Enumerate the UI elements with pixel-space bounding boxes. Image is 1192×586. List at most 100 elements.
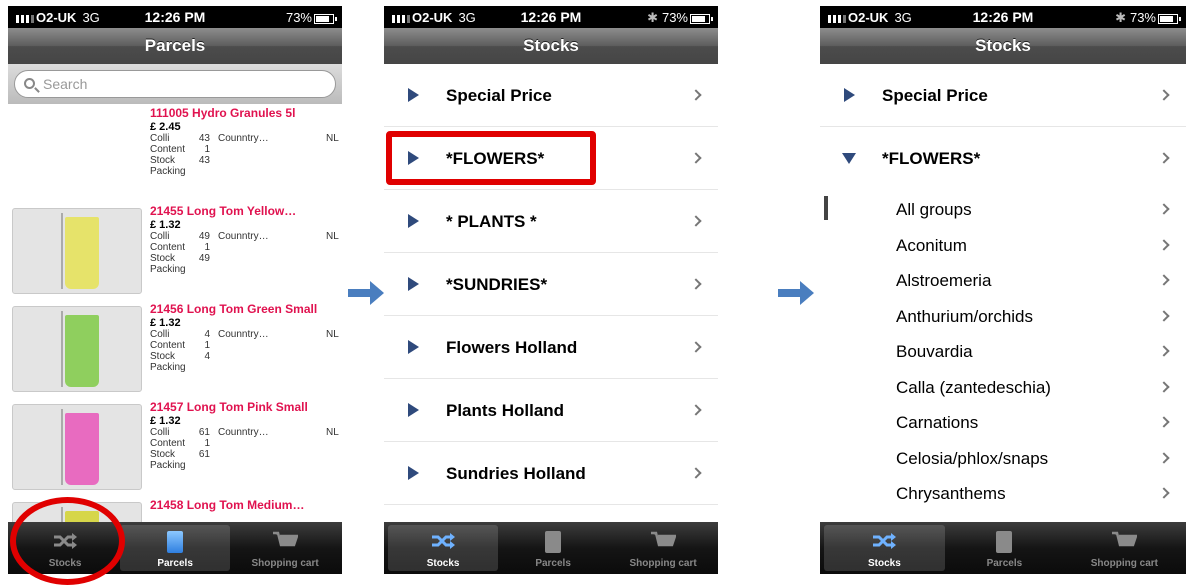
content-value: 1	[204, 144, 210, 155]
category-label: * PLANTS *	[446, 212, 537, 231]
category-label: Flowers Holland	[446, 338, 578, 357]
packing-label: Packing	[150, 264, 186, 275]
stock-value: 49	[198, 253, 210, 264]
subcategory-row[interactable]: Delphinium	[820, 512, 1186, 523]
parcel-price: £ 1.32	[150, 415, 181, 427]
stock-category-row[interactable]: *FLOWERS*	[820, 127, 1186, 190]
chevron-right-icon	[690, 341, 702, 353]
collapse-triangle-icon[interactable]	[842, 153, 856, 164]
bluetooth-icon: ✱	[647, 10, 658, 25]
tab-stocks[interactable]: Stocks	[824, 525, 945, 571]
content-label: Content	[150, 438, 186, 449]
product-image	[12, 404, 142, 490]
stock-category-row[interactable]: *SUNDRIES*	[384, 253, 718, 316]
stock-category-row[interactable]: Flowers Holland	[384, 316, 718, 379]
content-label: Content	[150, 144, 186, 155]
chevron-right-icon	[690, 467, 702, 479]
subcategory-row[interactable]: Aconitum	[820, 228, 1186, 263]
chevron-right-icon	[1158, 89, 1170, 101]
tab-shopping-cart[interactable]: Shopping cart	[608, 525, 718, 571]
stock-category-row[interactable]: Special Price	[820, 64, 1186, 127]
subcategory-row[interactable]: Bouvardia	[820, 334, 1186, 369]
expand-triangle-icon[interactable]	[408, 403, 419, 417]
tab-label: Stocks	[426, 558, 460, 569]
subcategory-row[interactable]: All groups	[820, 192, 1186, 227]
tab-label: Shopping cart	[1090, 558, 1158, 569]
country-label: Counntry…	[218, 133, 269, 144]
packing-label: Packing	[150, 460, 186, 471]
ruler-mark	[61, 311, 63, 387]
chevron-right-icon	[1158, 487, 1170, 499]
battery-percent: 73%	[661, 10, 688, 25]
parcel-title: 21457 Long Tom Pink Small	[150, 400, 308, 414]
subcategory-row[interactable]: Chrysanthems	[820, 476, 1186, 511]
highlight-box	[386, 131, 596, 185]
status-bar: O2-UK 3G 12:26 PM ✱ 73%	[384, 6, 718, 28]
category-label: Special Price	[446, 86, 552, 105]
cup-shape	[65, 413, 99, 485]
chevron-right-icon	[1158, 238, 1170, 251]
cup-shape	[65, 315, 99, 387]
expand-triangle-icon[interactable]	[408, 277, 419, 291]
tab-stocks[interactable]: Stocks	[388, 525, 499, 571]
country-value: NL	[326, 329, 339, 340]
chevron-right-icon	[690, 89, 702, 101]
subcategory-label: Calla (zantedeschia)	[896, 377, 1051, 397]
tab-shopping-cart[interactable]: Shopping cart	[1064, 525, 1185, 571]
tab-parcels[interactable]: Parcels	[120, 525, 231, 571]
subcategory-row[interactable]: Calla (zantedeschia)	[820, 370, 1186, 405]
tab-parcels[interactable]: Parcels	[944, 525, 1065, 571]
expand-triangle-icon[interactable]	[408, 466, 419, 480]
stock-value: 61	[198, 449, 210, 460]
expand-triangle-icon[interactable]	[408, 88, 419, 102]
stock-category-row[interactable]: * PLANTS *	[384, 190, 718, 253]
subcategory-row[interactable]: Carnations	[820, 405, 1186, 440]
parcel-price: £ 2.45	[150, 121, 181, 133]
country-label: Counntry…	[218, 231, 269, 242]
parcel-item[interactable]: 21456 Long Tom Green Small £ 1.32 Colli 4 Co…	[8, 300, 342, 398]
chevron-right-icon	[690, 215, 702, 227]
parcel-item[interactable]: 21457 Long Tom Pink Small £ 1.32 Colli 61 Co…	[8, 398, 342, 496]
tab-shopping-cart[interactable]: Shopping cart	[230, 525, 340, 571]
document-icon	[545, 531, 562, 553]
expand-triangle-icon[interactable]	[844, 88, 855, 102]
phone-stocks: O2-UK 3G 12:26 PM ✱ 73% Stocks Special Pri…	[384, 6, 718, 574]
parcel-list: 111005 Hydro Granules 5l £ 2.45 Colli 43 Cou…	[8, 104, 342, 522]
bluetooth-icon: ✱	[1115, 10, 1126, 25]
stock-category-row[interactable]: Special Price	[384, 64, 718, 127]
tab-label: Parcels	[986, 558, 1023, 569]
stock-category-row[interactable]: Sundries Holland	[384, 442, 718, 505]
parcel-item[interactable]: 111005 Hydro Granules 5l £ 2.45 Colli 43 Cou…	[8, 104, 342, 202]
search-input[interactable]: Search	[14, 70, 336, 98]
chevron-right-icon	[1158, 451, 1170, 464]
battery-icon	[314, 13, 337, 24]
packing-label: Packing	[150, 166, 186, 177]
tab-bar: Stocks Parcels Shopping cart	[820, 522, 1186, 574]
packing-label: Packing	[150, 362, 186, 373]
subcategory-row[interactable]: Alstroemeria	[820, 263, 1186, 298]
subcategory-row[interactable]: Celosia/phlox/snaps	[820, 441, 1186, 476]
tab-parcels[interactable]: Parcels	[498, 525, 608, 571]
parcel-item[interactable]: 21455 Long Tom Yellow… £ 1.32 Colli 49 Counn…	[8, 202, 342, 300]
country-label: Counntry…	[218, 427, 269, 438]
category-label: Plants Holland	[446, 401, 565, 420]
battery-icon	[1158, 13, 1181, 24]
subcategory-label: Anthurium/orchids	[896, 306, 1034, 326]
content-value: 1	[204, 340, 210, 351]
stock-category-row[interactable]: Plants Holland	[384, 379, 718, 442]
expand-triangle-icon[interactable]	[408, 340, 419, 354]
product-image	[12, 306, 142, 392]
chevron-right-icon	[1158, 345, 1170, 357]
content-value: 1	[204, 242, 210, 253]
subcategory-row[interactable]: Anthurium/orchids	[820, 299, 1186, 334]
stock-category-list: Special Price *FLOWERS* All groups Aconitum…	[820, 64, 1186, 522]
shuffle-icon	[873, 533, 897, 549]
colli-label: Colli	[150, 231, 170, 242]
document-icon	[996, 531, 1013, 553]
subcategory-label: Aconitum	[896, 235, 967, 255]
country-value: NL	[326, 133, 339, 144]
content-label: Content	[150, 242, 186, 253]
tab-label: Stocks	[867, 558, 901, 569]
chevron-right-icon	[1158, 274, 1170, 286]
expand-triangle-icon[interactable]	[408, 214, 419, 228]
